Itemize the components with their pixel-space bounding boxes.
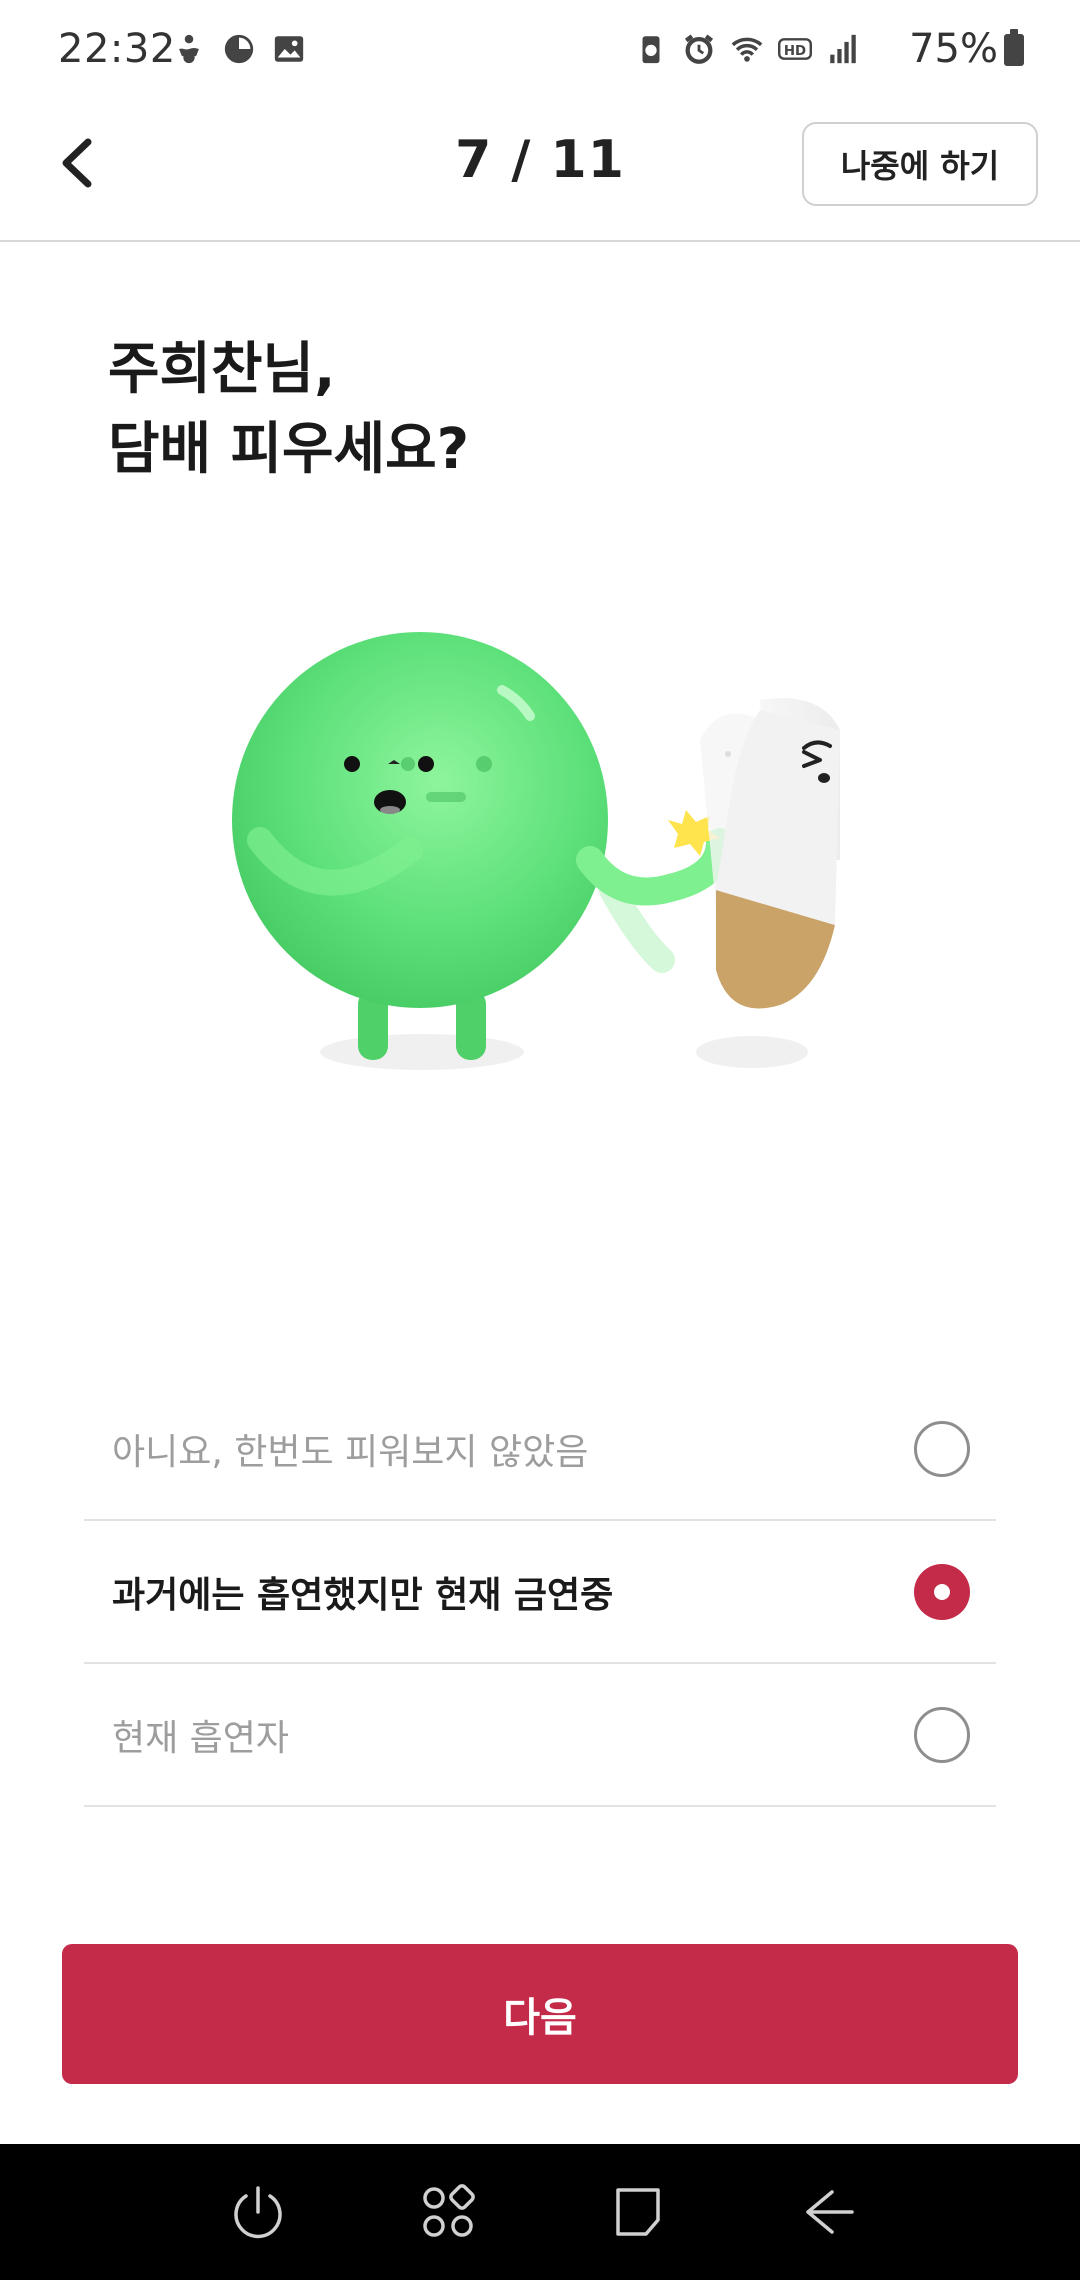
option-label: 과거에는 흡연했지만 현재 금연중 [112, 1574, 614, 1616]
accessibility-icon [179, 34, 199, 64]
character-body [232, 632, 608, 1008]
question-line-2: 담배 피우세요? [108, 417, 470, 482]
wifi-icon [731, 37, 763, 62]
character-right-eye [418, 756, 434, 772]
later-button[interactable]: 나중에 하기 [802, 122, 1038, 206]
option-label: 아니요, 한번도 피워보지 않았음 [112, 1431, 589, 1473]
radio-button-selected[interactable] [914, 1563, 970, 1620]
character-left-eye [344, 756, 360, 772]
character-freckle [401, 757, 415, 771]
svg-text:HD: HD [784, 44, 806, 59]
character-freckle [476, 756, 492, 772]
status-icons-left [172, 32, 306, 66]
back-nav-icon[interactable] [796, 2180, 860, 2244]
character-cheek [426, 792, 466, 802]
app-header: 7 / 11 나중에 하기 [0, 100, 1080, 242]
status-icons-right: HD [634, 32, 860, 66]
cigarette-shadow [696, 1036, 808, 1068]
next-button[interactable]: 다음 [62, 1944, 1018, 2084]
status-bar: 22:32 HD 75% [0, 0, 1080, 100]
option-current-smoker[interactable]: 현재 흡연자 [84, 1664, 996, 1807]
smoking-illustration [232, 632, 840, 1070]
option-former-smoker[interactable]: 과거에는 흡연했지만 현재 금연중 [84, 1521, 996, 1664]
alarm-icon [684, 34, 714, 64]
battery-saver-icon [642, 36, 660, 64]
signal-icon [830, 34, 856, 64]
pie-icon [224, 34, 254, 64]
apps-icon[interactable] [416, 2180, 480, 2244]
smoking-options: 아니요, 한번도 피워보지 않았음 과거에는 흡연했지만 현재 금연중 현재 흡… [84, 1378, 996, 1807]
option-label: 현재 흡연자 [112, 1717, 290, 1759]
option-never-smoked[interactable]: 아니요, 한번도 피워보지 않았음 [84, 1378, 996, 1521]
system-nav-bar [0, 2144, 1080, 2280]
ghost-cigarette-eye [725, 751, 731, 757]
question-title: 주희찬님, 담배 피우세요? [108, 330, 469, 490]
image-icon [274, 36, 304, 62]
power-icon[interactable] [226, 2180, 290, 2244]
character-shadow [320, 1034, 524, 1070]
battery-percentage: 75% [909, 26, 998, 72]
cigarette-mouth [818, 773, 830, 783]
recent-apps-icon[interactable] [606, 2180, 670, 2244]
status-time: 22:32 [58, 26, 176, 72]
character-tongue [380, 806, 400, 814]
radio-button[interactable] [914, 1420, 970, 1477]
hd-icon: HD [778, 38, 812, 60]
question-line-1: 주희찬님, [108, 337, 336, 402]
radio-button[interactable] [914, 1706, 970, 1763]
battery-icon [1004, 29, 1024, 66]
